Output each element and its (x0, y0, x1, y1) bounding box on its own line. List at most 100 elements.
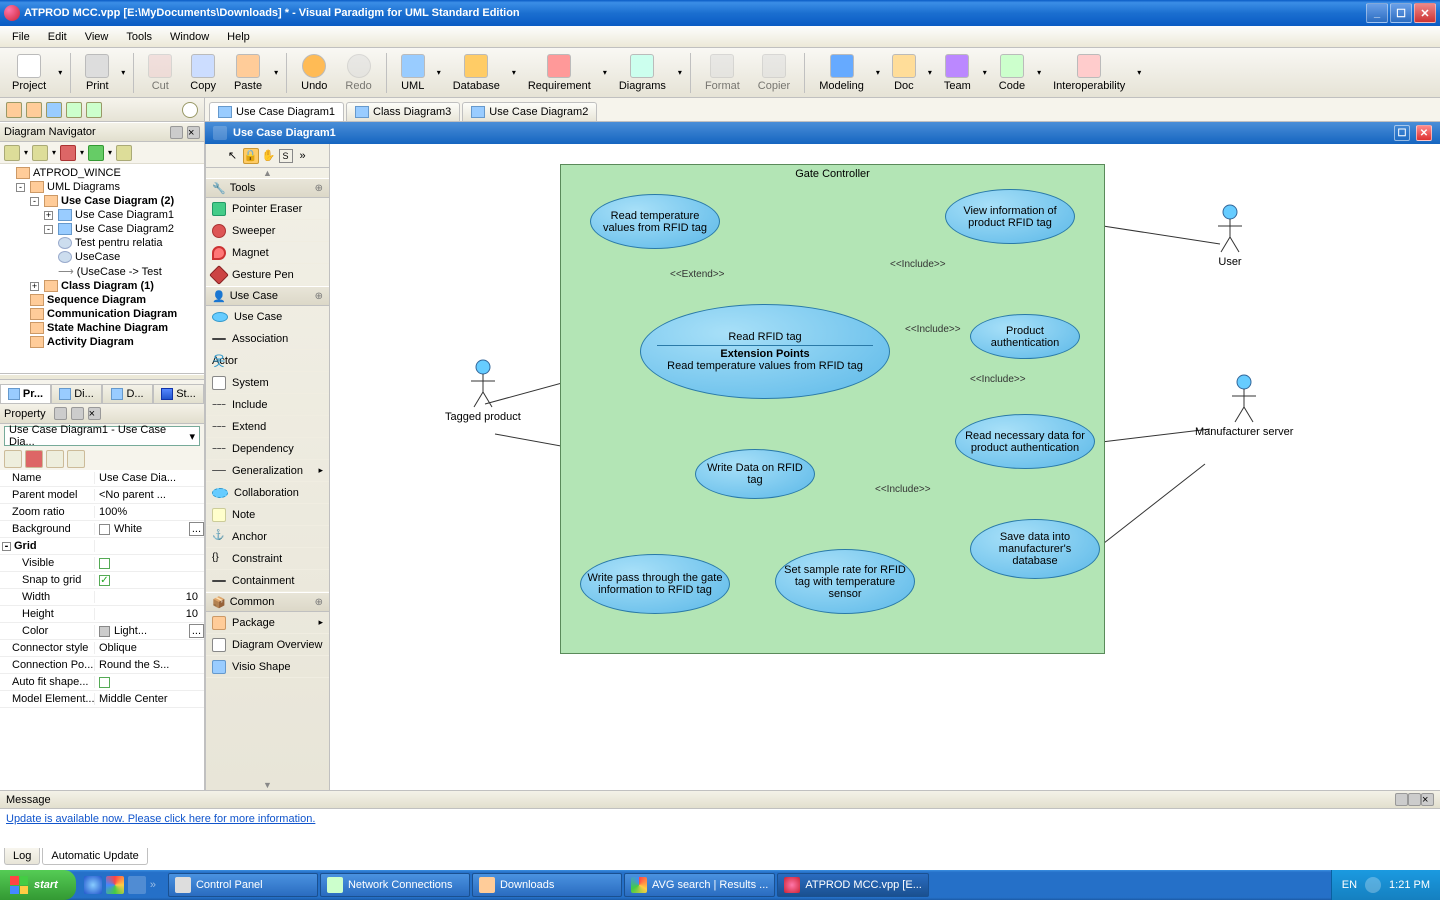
tool-overview[interactable]: Diagram Overview (206, 634, 329, 656)
diagram-canvas[interactable]: Gate Controller Read temperature values … (330, 144, 1440, 790)
tool-sweeper[interactable]: Sweeper (206, 220, 329, 242)
toolbar-team[interactable]: Team (938, 52, 977, 94)
search-icon[interactable] (182, 102, 198, 118)
toolbar-interop[interactable]: Interoperability (1047, 52, 1131, 94)
usecase-read-temp[interactable]: Read temperature values from RFID tag (590, 194, 720, 249)
chevron-icon[interactable]: » (295, 148, 311, 164)
property-selector[interactable]: Use Case Diagram1 - Use Case Dia...▾ (4, 426, 200, 446)
tree-state[interactable]: State Machine Diagram (28, 321, 204, 335)
toolbar-modeling[interactable]: Modeling (813, 52, 870, 94)
usecase-read-rfid[interactable]: Read RFID tag Extension Points Read temp… (640, 304, 890, 399)
toolbar-doc[interactable]: Doc (886, 52, 922, 94)
maximize-icon[interactable]: ☐ (1394, 125, 1410, 141)
toolbar-requirement[interactable]: Requirement (522, 52, 597, 94)
clock[interactable]: 1:21 PM (1389, 879, 1430, 891)
tab-usecase1[interactable]: Use Case Diagram1 (209, 102, 344, 121)
task-control-panel[interactable]: Control Panel (168, 873, 318, 897)
toolbar-undo[interactable]: Undo (295, 52, 333, 94)
close-icon[interactable]: × (88, 407, 101, 420)
toolbar-copy[interactable]: Copy (184, 52, 222, 94)
nav-menu-icon[interactable] (116, 145, 132, 161)
nav-new-icon[interactable] (4, 145, 20, 161)
tree-act[interactable]: Activity Diagram (28, 335, 204, 349)
tool-magnet[interactable]: Magnet (206, 242, 329, 264)
usecase-view-info[interactable]: View information of product RFID tag (945, 189, 1075, 244)
mini-icon[interactable] (66, 102, 82, 118)
tab-log[interactable]: Log (4, 848, 40, 865)
nav-sort-icon[interactable] (60, 145, 76, 161)
task-downloads[interactable]: Downloads (472, 873, 622, 897)
toolbar-diagrams[interactable]: Diagrams (613, 52, 672, 94)
start-button[interactable]: start (0, 870, 76, 900)
tool-gesture-pen[interactable]: Gesture Pen (206, 264, 329, 286)
close-button[interactable]: ✕ (1414, 3, 1436, 23)
tool-pointer-eraser[interactable]: Pointer Eraser (206, 198, 329, 220)
tool-generalization[interactable]: Generalization▸ (206, 460, 329, 482)
tree-seq[interactable]: Sequence Diagram (28, 293, 204, 307)
s-button[interactable]: S (279, 149, 293, 163)
toolbar-paste[interactable]: Paste (228, 52, 268, 94)
tree-cd-group[interactable]: +Class Diagram (1) (28, 279, 204, 293)
tab-property[interactable]: Pr... (0, 384, 51, 403)
toolbar-project[interactable]: Project (6, 52, 52, 94)
tab-d2[interactable]: D... (102, 384, 153, 403)
minimize-button[interactable]: _ (1366, 3, 1388, 23)
tool-extend[interactable]: Extend (206, 416, 329, 438)
usecase-set-sample[interactable]: Set sample rate for RFID tag with temper… (775, 549, 915, 614)
usecase-write-data[interactable]: Write Data on RFID tag (695, 449, 815, 499)
tree-comm[interactable]: Communication Diagram (28, 307, 204, 321)
usecase-read-necessary[interactable]: Read necessary data for product authenti… (955, 414, 1095, 469)
close-icon[interactable]: ✕ (1416, 125, 1432, 141)
actor-tagged-product[interactable]: Tagged product (445, 359, 521, 423)
ie-icon[interactable] (84, 876, 102, 894)
chrome-icon[interactable] (106, 876, 124, 894)
tool-containment[interactable]: Containment (206, 570, 329, 592)
language-indicator[interactable]: EN (1342, 879, 1357, 891)
hand-icon[interactable]: ✋ (261, 148, 277, 164)
menu-window[interactable]: Window (162, 29, 217, 45)
tray-icon[interactable] (1365, 877, 1381, 893)
actor-manufacturer[interactable]: Manufacturer server (1195, 374, 1293, 438)
tool-association[interactable]: Association (206, 328, 329, 350)
usecase-write-pass[interactable]: Write pass through the gate information … (580, 554, 730, 614)
tree-ucd1[interactable]: +Use Case Diagram1 (42, 208, 204, 222)
tool-anchor[interactable]: ⚓Anchor (206, 526, 329, 548)
tree-node-rel[interactable]: ⟶(UseCase -> Test (56, 264, 204, 279)
tool-system[interactable]: System (206, 372, 329, 394)
palette-common-header[interactable]: 📦Common⊕ (206, 592, 329, 612)
tool-constraint[interactable]: {}Constraint (206, 548, 329, 570)
usecase-save-data[interactable]: Save data into manufacturer's database (970, 519, 1100, 579)
tree-uml[interactable]: -UML Diagrams (14, 180, 204, 194)
diagram-tree[interactable]: ATPROD_WINCE -UML Diagrams -Use Case Dia… (0, 164, 204, 374)
toolbar-print[interactable]: Print (79, 52, 115, 94)
tree-ucd-group[interactable]: -Use Case Diagram (2) (28, 194, 204, 208)
menu-file[interactable]: File (4, 29, 38, 45)
tree-root[interactable]: ATPROD_WINCE (14, 166, 204, 180)
close-icon[interactable]: × (187, 126, 200, 139)
tree-node-uc[interactable]: UseCase (56, 250, 204, 264)
nav-open-icon[interactable] (32, 145, 48, 161)
tool-include[interactable]: Include (206, 394, 329, 416)
tool-dependency[interactable]: Dependency (206, 438, 329, 460)
tab-automatic-update[interactable]: Automatic Update (42, 848, 147, 865)
cursor-icon[interactable]: ↖ (225, 148, 241, 164)
mini-icon[interactable] (46, 102, 62, 118)
toolbar-database[interactable]: Database (447, 52, 506, 94)
tool-note[interactable]: Note (206, 504, 329, 526)
mini-icon[interactable] (26, 102, 42, 118)
prop-btn[interactable] (4, 450, 22, 468)
menu-help[interactable]: Help (219, 29, 258, 45)
tool-usecase[interactable]: Use Case (206, 306, 329, 328)
mini-icon[interactable] (6, 102, 22, 118)
task-avg-search[interactable]: AVG search | Results ... (624, 873, 775, 897)
tool-package[interactable]: Package▸ (206, 612, 329, 634)
menu-view[interactable]: View (77, 29, 117, 45)
task-atprod[interactable]: ATPROD MCC.vpp [E... (777, 873, 929, 897)
actor-user[interactable]: User (1215, 204, 1245, 268)
usecase-prod-auth[interactable]: Product authentication (970, 314, 1080, 359)
prop-btn[interactable] (67, 450, 85, 468)
close-icon[interactable]: × (1421, 793, 1434, 806)
nav-up-icon[interactable] (88, 145, 104, 161)
mini-icon[interactable] (86, 102, 102, 118)
tree-node-test[interactable]: Test pentru relatia (56, 236, 204, 250)
